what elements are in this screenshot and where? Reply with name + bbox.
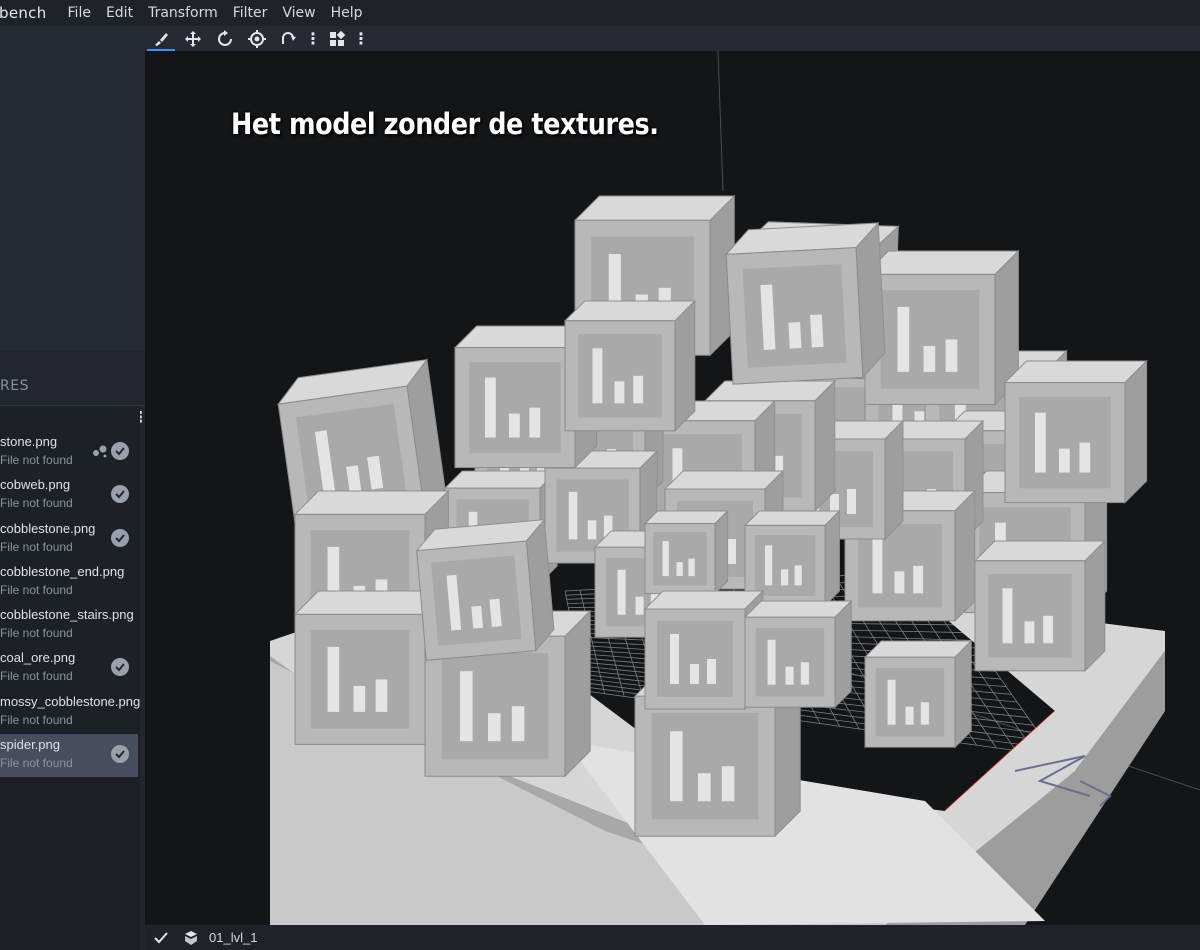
texture-item[interactable]: cobweb.png File not found <box>0 474 138 517</box>
texture-item[interactable]: coal_ore.png File not found <box>0 647 138 690</box>
overlay-caption: Het model zonder de textures. <box>231 107 659 141</box>
block <box>743 599 853 709</box>
layout-icon <box>330 30 346 46</box>
block <box>725 221 886 385</box>
texture-status: File not found <box>0 712 73 727</box>
resize-tool-button[interactable] <box>273 26 305 51</box>
texture-item[interactable]: spider.png File not found <box>0 734 138 778</box>
pivot-tool-button[interactable] <box>241 26 273 51</box>
block <box>863 249 1020 406</box>
menu-help[interactable]: Help <box>324 0 371 26</box>
menu-transform[interactable]: Transform <box>141 0 226 26</box>
texture-name: coal_ore.png <box>0 650 76 666</box>
texture-status: File not found <box>0 756 73 771</box>
more-icon[interactable]: ⋮ <box>353 26 369 51</box>
texture-name: stone.png <box>0 434 58 449</box>
texture-name: spider.png <box>0 737 60 753</box>
pivot-icon <box>248 29 266 48</box>
check-icon[interactable] <box>111 745 129 764</box>
texture-item[interactable]: cobblestone.png File not found <box>0 518 138 561</box>
app-title: bench <box>0 4 47 22</box>
texture-name: cobweb.png <box>0 477 71 493</box>
block <box>1003 359 1148 504</box>
sidebar: RES ⋮ stone.png File not found cobweb.png F… <box>0 26 148 950</box>
textures-panel-title: RES <box>0 378 29 394</box>
texture-status: File not found <box>0 453 73 467</box>
texture-list: stone.png File not found cobweb.png File no… <box>0 406 140 950</box>
texture-status: File not found <box>0 539 73 554</box>
block <box>563 299 697 433</box>
resize-icon <box>282 31 296 44</box>
texture-status: File not found <box>0 496 73 511</box>
block <box>973 539 1107 673</box>
check-icon[interactable] <box>111 528 129 547</box>
back-wall <box>277 194 1148 838</box>
layout-tool-button[interactable] <box>321 26 353 51</box>
check-icon[interactable] <box>111 442 129 460</box>
scene-canvas[interactable] <box>145 51 1200 925</box>
texture-item[interactable]: cobblestone_stairs.png File not found <box>0 604 138 647</box>
menu-filter[interactable]: Filter <box>226 0 276 26</box>
texture-name: cobblestone.png <box>0 520 96 536</box>
outliner-panel <box>0 26 145 351</box>
texture-status: File not found <box>0 582 73 597</box>
menu-file[interactable]: File <box>61 0 99 26</box>
3d-viewport[interactable]: Het model zonder de textures. <box>145 51 1200 925</box>
texture-item[interactable]: cobblestone_end.png File not found <box>0 561 138 604</box>
check-icon <box>154 931 168 943</box>
rotate-tool-button[interactable] <box>209 26 241 51</box>
more-icon[interactable]: ⋮ <box>305 26 321 51</box>
block <box>415 518 555 661</box>
move-tool-button[interactable] <box>177 26 209 51</box>
move-icon <box>185 30 201 47</box>
menu-view[interactable]: View <box>275 0 323 26</box>
texture-name: mossy_cobblestone.png <box>0 693 141 709</box>
status-bar: 01_lvl_1 <box>145 925 1200 950</box>
texture-item[interactable]: mossy_cobblestone.png File not found <box>0 691 141 734</box>
check-icon[interactable] <box>111 485 129 504</box>
particle-icon[interactable] <box>92 444 108 458</box>
brush-icon <box>155 32 168 46</box>
block <box>863 639 973 749</box>
model-name: 01_lvl_1 <box>209 930 258 945</box>
menu-bar: bench File Edit Transform Filter View He… <box>0 0 1200 26</box>
model-icon <box>185 930 197 945</box>
brush-tool-button[interactable] <box>145 26 177 51</box>
menu-edit[interactable]: Edit <box>99 0 141 26</box>
texture-status: File not found <box>0 626 73 641</box>
rotate-icon <box>218 29 232 46</box>
texture-name: cobblestone_end.png <box>0 563 125 579</box>
texture-name: cobblestone_stairs.png <box>0 607 134 623</box>
texture-status: File not found <box>0 669 73 684</box>
block <box>643 509 729 595</box>
texture-item[interactable]: stone.png File not found <box>0 431 138 474</box>
check-icon[interactable] <box>111 658 129 677</box>
toolbar: ⋮ ⋮ <box>145 26 1200 51</box>
